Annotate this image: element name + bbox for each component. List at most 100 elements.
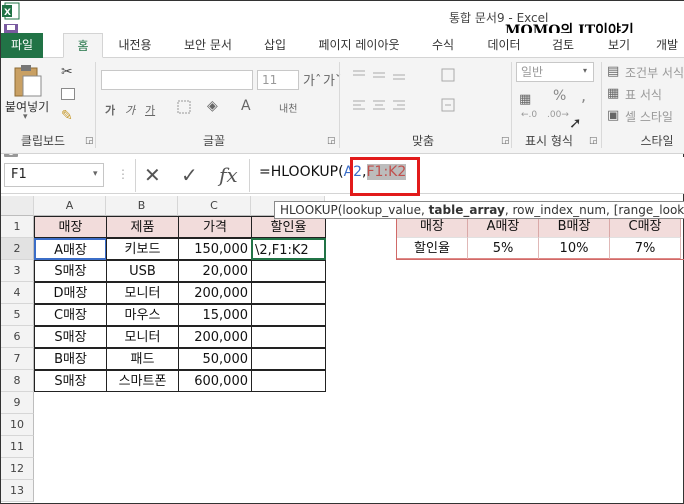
merge-center-icon[interactable] — [441, 98, 455, 115]
number-launcher-icon[interactable]: ◲ — [589, 136, 598, 146]
tab-security-doc[interactable]: 보안 문서 — [175, 33, 241, 58]
tab-page-layout[interactable]: 페이지 레이아웃 — [307, 33, 411, 58]
align-top-icon[interactable] — [351, 68, 421, 85]
cell-styles-icon[interactable]: ▣ — [607, 108, 619, 123]
table-cell[interactable]: B매장 — [34, 348, 107, 370]
row-header[interactable]: 4 — [1, 282, 34, 304]
column-header-a[interactable]: A — [34, 196, 106, 216]
tab-view[interactable]: 보기 — [597, 33, 641, 58]
paste-icon[interactable] — [11, 64, 43, 101]
tab-review[interactable]: 검토 — [541, 33, 585, 58]
grow-font-icon[interactable]: 가ˆ — [303, 70, 321, 89]
increase-decimal-icon[interactable]: ←.0 — [521, 110, 537, 120]
font-name-box[interactable] — [101, 70, 253, 90]
row-header[interactable]: 12 — [1, 458, 34, 480]
tab-data[interactable]: 데이터 — [477, 33, 531, 58]
underline-button[interactable]: 가 — [145, 102, 155, 118]
table-cell[interactable] — [251, 326, 326, 348]
comma-button[interactable]: , — [581, 86, 586, 105]
currency-icon[interactable]: ▦ — [519, 92, 531, 107]
tooltip-arg-range-lookup[interactable]: [range_lookup]) — [614, 203, 684, 217]
table-cell[interactable]: 스마트폰 — [106, 370, 179, 392]
conditional-format-icon[interactable]: ▤ — [607, 64, 619, 79]
font-color-icon[interactable]: A — [241, 98, 251, 114]
tab-my-use[interactable]: 내전용 — [107, 33, 163, 58]
table-cell[interactable]: \2,F1:K2 — [251, 238, 326, 260]
table-cell[interactable]: 15,000 — [178, 304, 252, 326]
table-cell[interactable]: D매장 — [34, 282, 107, 304]
fill-color-icon[interactable]: ◈ — [207, 98, 218, 114]
row-header[interactable]: 11 — [1, 436, 34, 458]
column-header-b[interactable]: B — [106, 196, 178, 216]
row-header[interactable]: 8 — [1, 370, 34, 392]
name-box-dropdown-icon[interactable]: ▾ — [93, 169, 98, 179]
table-cell[interactable]: 200,000 — [178, 282, 252, 304]
conditional-format-button[interactable]: 조건부 서식 — [625, 64, 684, 81]
bold-button[interactable]: 가 — [105, 102, 115, 118]
table-cell[interactable]: 키보드 — [106, 238, 179, 260]
table-cell[interactable]: 50,000 — [178, 348, 252, 370]
tab-insert[interactable]: 삽입 — [253, 33, 297, 58]
row-header[interactable]: 6 — [1, 326, 34, 348]
row-header[interactable]: 7 — [1, 348, 34, 370]
tooltip-function[interactable]: HLOOKUP( — [280, 203, 342, 217]
enter-icon[interactable]: ✓ — [181, 163, 198, 187]
table-cell[interactable]: S매장 — [34, 370, 107, 392]
table-cell[interactable]: A매장 — [34, 238, 107, 260]
tooltip-arg-row-index[interactable]: row_index_num — [512, 203, 606, 217]
tab-formulas[interactable]: 수식 — [421, 33, 465, 58]
table-cell[interactable]: 200,000 — [178, 326, 252, 348]
table-cell[interactable] — [251, 282, 326, 304]
header-cell[interactable]: 할인율 — [251, 216, 326, 238]
tab-file[interactable]: 파일 — [1, 33, 43, 58]
name-box[interactable]: F1 — [4, 163, 104, 187]
italic-button[interactable]: 가 — [125, 102, 135, 118]
table-cell[interactable]: 150,000 — [178, 238, 252, 260]
paste-dropdown-icon[interactable]: ▾ — [23, 112, 28, 122]
table-cell[interactable]: 20,000 — [178, 260, 252, 282]
table-cell[interactable]: USB — [106, 260, 179, 282]
row-header[interactable]: 3 — [1, 260, 34, 282]
clipboard-launcher-icon[interactable]: ◲ — [85, 136, 94, 146]
table-cell[interactable] — [251, 260, 326, 282]
header-cell[interactable]: 제품 — [106, 216, 179, 238]
header-cell[interactable]: 가격 — [178, 216, 252, 238]
row-header[interactable]: 2 — [1, 238, 34, 260]
decrease-decimal-icon[interactable]: .00→ — [547, 110, 569, 120]
cancel-icon[interactable]: ✕ — [144, 163, 161, 187]
font-launcher-icon[interactable]: ◲ — [327, 136, 336, 146]
copy-icon[interactable] — [61, 88, 75, 100]
table-cell[interactable] — [251, 348, 326, 370]
font-size-box[interactable]: 11 — [257, 70, 299, 90]
header-cell[interactable]: 매장 — [34, 216, 107, 238]
phonetic-button[interactable]: 내천 — [279, 100, 297, 115]
cell-styles-button[interactable]: 셀 스타일 — [625, 108, 673, 125]
tab-home[interactable]: 홈 — [63, 33, 103, 58]
format-painter-icon[interactable]: ✎ — [61, 108, 73, 124]
row-header[interactable]: 9 — [1, 392, 34, 414]
table-cell[interactable] — [251, 370, 326, 392]
table-cell[interactable]: 모니터 — [106, 326, 179, 348]
percent-button[interactable]: % — [553, 88, 566, 104]
select-all-corner[interactable] — [1, 196, 34, 216]
table-cell[interactable]: 마우스 — [106, 304, 179, 326]
cut-icon[interactable]: ✂ — [61, 64, 73, 80]
row-header[interactable]: 1 — [1, 216, 34, 238]
format-as-table-icon[interactable]: ▦ — [607, 86, 619, 101]
number-format-dropdown-icon[interactable]: ▾ — [583, 66, 587, 75]
format-as-table-button[interactable]: 표 서식 — [625, 86, 662, 103]
table-cell[interactable]: 600,000 — [178, 370, 252, 392]
table-cell[interactable] — [251, 304, 326, 326]
borders-icon[interactable] — [177, 100, 191, 117]
worksheet-grid[interactable]: A B C D 12345678910111213 매장제품가격할인율A매장키보… — [1, 196, 684, 504]
insert-function-button[interactable]: fx — [219, 163, 238, 187]
table-cell[interactable]: 패드 — [106, 348, 179, 370]
row-header[interactable]: 5 — [1, 304, 34, 326]
tooltip-arg-lookup-value[interactable]: lookup_value — [342, 203, 421, 217]
table-cell[interactable]: 모니터 — [106, 282, 179, 304]
tooltip-arg-table-array[interactable]: table_array — [429, 203, 505, 217]
table-cell[interactable]: S매장 — [34, 260, 107, 282]
align-left-icon[interactable] — [351, 98, 431, 117]
column-header-c[interactable]: C — [178, 196, 251, 216]
row-header[interactable]: 13 — [1, 480, 34, 502]
